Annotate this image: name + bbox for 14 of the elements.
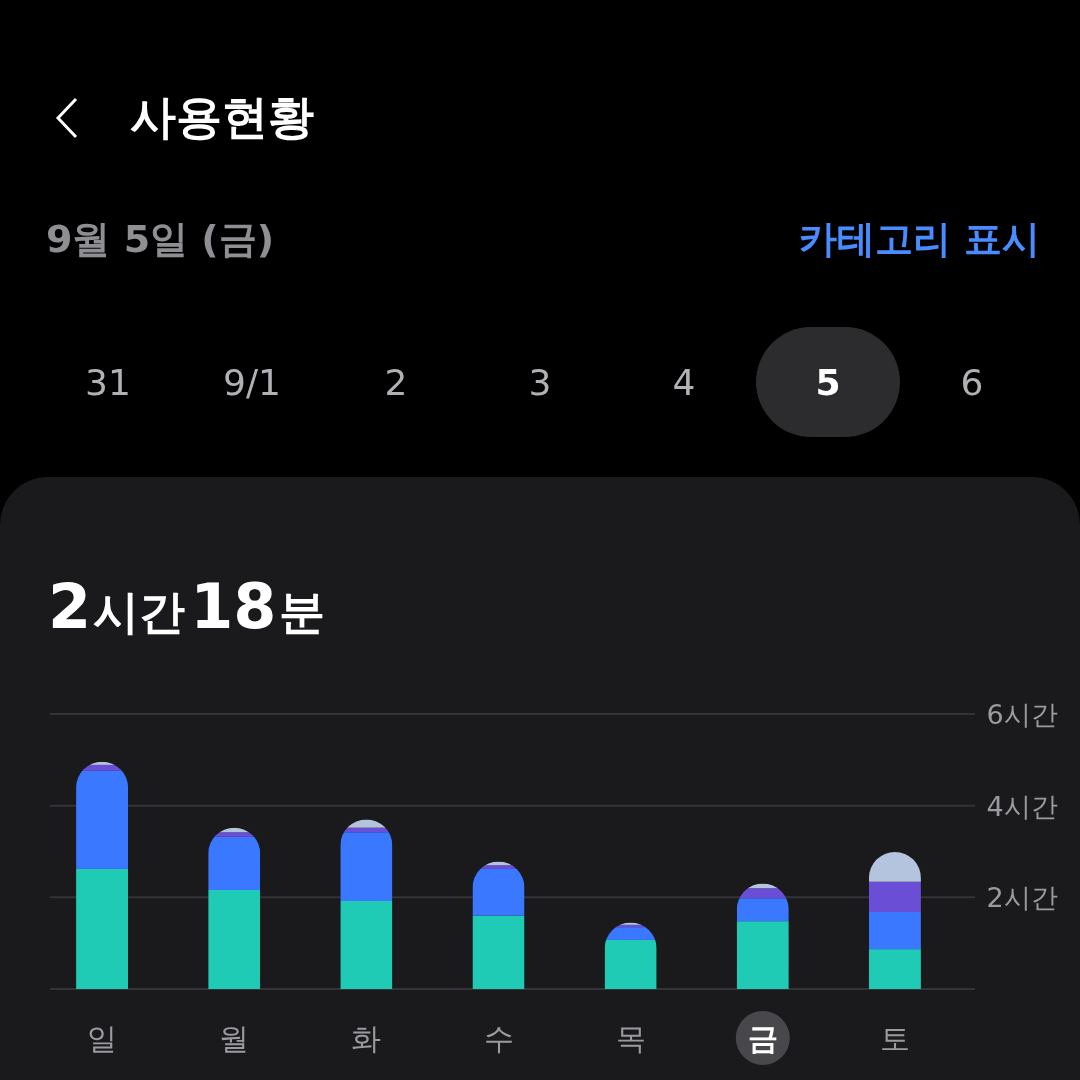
page-title: 사용현황: [130, 89, 314, 146]
weekday-label: 목: [615, 1021, 646, 1056]
weekday-label: 수: [483, 1021, 514, 1056]
axis-label: 6시간: [986, 699, 1058, 730]
weekday-label: 화: [351, 1021, 382, 1056]
weekday-label: 일: [87, 1021, 118, 1056]
x-tick-label: 금: [747, 1021, 778, 1056]
axis-label: 4시간: [986, 790, 1058, 822]
total-usage: 2시간 18분: [47, 569, 326, 643]
selected-date: 9월 5일 (금): [46, 216, 275, 263]
weekday-label: 토: [879, 1021, 910, 1056]
weekday-label-highlighted: 금: [735, 1011, 790, 1065]
weekday-label: 월: [219, 1021, 250, 1056]
axis-label: 2시간: [986, 882, 1058, 914]
